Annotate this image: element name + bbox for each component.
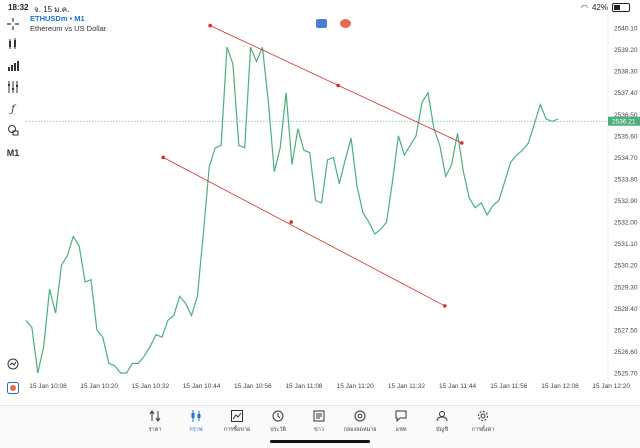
trade-icon [217, 410, 257, 424]
y-tick-label: 2539.20 [614, 47, 638, 54]
nav-item-history[interactable]: ประวัติ [258, 410, 298, 434]
battery-icon [612, 3, 630, 12]
lower-channel-line [163, 157, 445, 307]
at-icon [340, 410, 380, 424]
x-tick-label: 15 Jan 12:20 [592, 383, 630, 390]
timeframe-button[interactable]: M1 [6, 146, 20, 160]
status-time: 18:32 [8, 3, 29, 12]
x-tick-label: 15 Jan 10:56 [234, 383, 272, 390]
lower-channel-line-handle [289, 220, 294, 224]
objects-icon[interactable] [6, 124, 20, 138]
x-tick-label: 15 Jan 10:44 [183, 383, 221, 390]
y-tick-label: 2532.00 [614, 220, 638, 227]
y-tick-label: 2532.90 [614, 198, 638, 205]
crosshair-icon[interactable] [6, 18, 20, 32]
nav-item-candlestick[interactable]: กราฟ [176, 410, 216, 434]
nav-item-account[interactable]: บัญชี [422, 410, 462, 434]
y-tick-label: 2534.70 [614, 155, 638, 162]
y-tick-label: 2537.40 [614, 90, 638, 97]
nav-label: การตั้งค่า [471, 427, 495, 433]
home-indicator[interactable] [270, 440, 370, 443]
nav-label: ราคา [148, 427, 162, 433]
x-tick-label: 15 Jan 10:20 [80, 383, 118, 390]
price-chart[interactable]: 2540.102539.202538.302537.402536.502535.… [26, 14, 640, 394]
status-right: ◠ 42% [581, 3, 630, 12]
app-logo-icon[interactable] [6, 382, 20, 396]
nav-item-chat[interactable]: แชท [381, 410, 421, 434]
nav-label: ข่าว [314, 427, 324, 433]
x-tick-label: 15 Jan 10:32 [132, 383, 170, 390]
nav-label: บัญชี [436, 427, 448, 433]
upper-channel-line-handle [208, 23, 212, 28]
y-tick-label: 2526.60 [614, 349, 638, 356]
x-tick-label: 15 Jan 11:56 [490, 383, 527, 390]
y-tick-label: 2527.50 [614, 327, 638, 334]
current-price-label: 2536.21 [612, 119, 636, 126]
battery-text: 42% [591, 3, 608, 12]
nav-item-sort[interactable]: ราคา [135, 410, 175, 434]
nav-label: กล่องจดหมาย [343, 427, 377, 433]
wifi-icon: ◠ [581, 3, 588, 12]
lower-channel-line-handle [443, 304, 447, 308]
nav-item-news[interactable]: ข่าว [299, 410, 339, 434]
sort-icon [135, 410, 175, 424]
y-tick-label: 2535.60 [614, 133, 638, 140]
nav-label: กราฟ [189, 427, 203, 433]
y-tick-label: 2530.20 [614, 263, 638, 270]
settings-icon [463, 410, 503, 424]
trade-panel-icon[interactable] [6, 358, 20, 372]
nav-label: ประวัติ [269, 427, 287, 433]
y-tick-label: 2533.80 [614, 176, 638, 183]
indicator-icon[interactable] [6, 38, 20, 52]
y-tick-label: 2529.30 [614, 284, 638, 291]
x-tick-label: 15 Jan 11:32 [388, 383, 425, 390]
lower-channel-line-handle [161, 155, 165, 160]
account-icon [422, 410, 462, 424]
nav-item-settings[interactable]: การตั้งค่า [463, 410, 503, 434]
x-tick-label: 15 Jan 11:44 [439, 383, 476, 390]
x-tick-label: 15 Jan 10:08 [29, 383, 67, 390]
chat-icon [381, 410, 421, 424]
x-tick-label: 15 Jan 12:08 [541, 383, 579, 390]
y-tick-label: 2540.10 [614, 26, 638, 33]
y-tick-label: 2525.70 [614, 371, 638, 378]
price-line [26, 46, 559, 374]
upper-channel-line-handle [336, 83, 340, 88]
left-toolbar: ƒ M1 [0, 14, 26, 444]
y-tick-label: 2538.30 [614, 69, 638, 76]
y-tick-label: 2528.40 [614, 306, 638, 313]
upper-channel-line-handle [460, 141, 464, 145]
tune-icon[interactable] [6, 81, 20, 95]
function-icon[interactable]: ƒ [6, 103, 20, 117]
x-tick-label: 15 Jan 11:08 [285, 383, 322, 390]
battery-fill [614, 5, 620, 10]
history-icon [258, 410, 298, 424]
x-tick-label: 15 Jan 11:20 [337, 383, 374, 390]
y-tick-label: 2531.10 [614, 241, 638, 248]
nav-item-at[interactable]: กล่องจดหมาย [340, 410, 380, 434]
nav-label: แชท [395, 427, 407, 433]
bar-chart-icon[interactable] [6, 60, 20, 74]
news-icon [299, 410, 339, 424]
nav-item-trade[interactable]: การซื้อขาย [217, 410, 257, 434]
candlestick-icon [176, 410, 216, 424]
nav-label: การซื้อขาย [223, 427, 251, 433]
